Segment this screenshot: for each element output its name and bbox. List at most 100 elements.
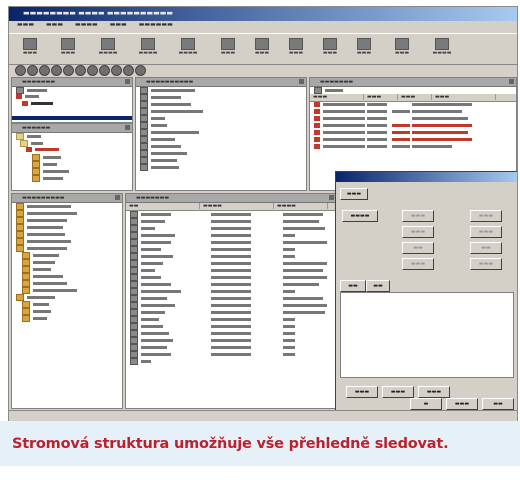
table-row[interactable]: [126, 316, 336, 323]
table-row[interactable]: [126, 253, 336, 260]
table-row[interactable]: [126, 218, 336, 225]
nav-icon[interactable]: [27, 65, 38, 76]
tree-item[interactable]: [12, 266, 122, 273]
cancel-button[interactable]: ▬▬▬: [446, 398, 478, 410]
toolbar-button[interactable]: ▬▬▬: [51, 36, 85, 62]
tree-item[interactable]: [12, 238, 122, 245]
list-item[interactable]: [136, 122, 306, 129]
dialog-tab[interactable]: ▬▬▬: [340, 188, 368, 200]
ok-button[interactable]: ▬: [410, 398, 442, 410]
tree-item[interactable]: [12, 87, 132, 94]
dialog-button[interactable]: ▬▬▬: [346, 386, 378, 398]
table-row[interactable]: [126, 351, 336, 358]
tree-item[interactable]: [12, 161, 132, 168]
log-row[interactable]: [310, 144, 516, 151]
menu-bar[interactable]: ▬▬▬ ▬▬▬ ▬▬▬▬ ▬▬▬ ▬▬▬▬▬▬: [9, 21, 517, 32]
tree-item[interactable]: [12, 315, 122, 322]
tree-item[interactable]: [12, 231, 122, 238]
list-item[interactable]: [136, 136, 306, 143]
dialog-button[interactable]: ▬▬▬: [402, 210, 434, 222]
list-item[interactable]: [136, 157, 306, 164]
nav-icon[interactable]: [135, 65, 146, 76]
dialog-button[interactable]: ▬▬▬: [402, 258, 434, 270]
tree-item[interactable]: [12, 287, 122, 294]
list-item[interactable]: [136, 143, 306, 150]
nav-icon[interactable]: [99, 65, 110, 76]
tree-item[interactable]: [12, 252, 122, 259]
tree-item[interactable]: [12, 168, 132, 175]
table-row[interactable]: [126, 288, 336, 295]
nav-icon[interactable]: [63, 65, 74, 76]
dialog-button[interactable]: ▬▬▬: [470, 258, 502, 270]
tree-item[interactable]: [12, 245, 122, 252]
tree-item[interactable]: [12, 140, 132, 147]
nav-icon[interactable]: [15, 65, 26, 76]
tree-item[interactable]: [12, 154, 132, 161]
dialog-button[interactable]: ▬▬▬: [382, 386, 414, 398]
toolbar-button[interactable]: ▬▬▬▬: [171, 36, 205, 62]
tree-item[interactable]: [12, 217, 122, 224]
table-row[interactable]: [126, 281, 336, 288]
table-row[interactable]: [126, 274, 336, 281]
tree-item[interactable]: [12, 210, 122, 217]
tree-item[interactable]: [12, 308, 122, 315]
dialog-button[interactable]: ▬▬: [402, 242, 434, 254]
table-row[interactable]: [126, 232, 336, 239]
list-item[interactable]: [136, 115, 306, 122]
toolbar-button[interactable]: ▬▬▬▬: [425, 36, 459, 62]
table-row[interactable]: [126, 358, 336, 365]
log-row[interactable]: [310, 130, 516, 137]
tree-item[interactable]: [12, 224, 122, 231]
selected-row[interactable]: [12, 116, 132, 120]
toolbar-button[interactable]: ▬▬▬: [385, 36, 419, 62]
table-row[interactable]: [126, 302, 336, 309]
toolbar-button[interactable]: ▬▬▬: [313, 36, 347, 62]
log-row[interactable]: [310, 116, 516, 123]
toolbar-button[interactable]: ▬▬▬▬: [91, 36, 125, 62]
table-row[interactable]: [126, 260, 336, 267]
table-row[interactable]: [126, 246, 336, 253]
tree-item[interactable]: [12, 147, 132, 154]
dialog-list-box[interactable]: [340, 292, 514, 378]
dialog-button[interactable]: ▬▬▬: [402, 226, 434, 238]
toolbar-button[interactable]: ▬▬▬: [13, 36, 47, 62]
nav-icon[interactable]: [51, 65, 62, 76]
tree-item[interactable]: [12, 294, 122, 301]
log-row[interactable]: [310, 123, 516, 130]
tree-item[interactable]: [12, 203, 122, 210]
list-item[interactable]: [136, 164, 306, 171]
dialog-button[interactable]: ▬▬▬: [418, 386, 450, 398]
help-button[interactable]: ▬▬: [482, 398, 514, 410]
toolbar-button[interactable]: ▬▬▬: [347, 36, 381, 62]
tree-item[interactable]: [12, 175, 132, 182]
dialog-tab[interactable]: ▬▬: [366, 280, 390, 292]
table-row[interactable]: [126, 323, 336, 330]
log-column-headers[interactable]: ▬▬▬ ▬▬▬ ▬▬▬ ▬▬▬: [310, 94, 516, 102]
tree-item[interactable]: [12, 280, 122, 287]
list-item[interactable]: [136, 150, 306, 157]
table-row[interactable]: [126, 330, 336, 337]
table-row[interactable]: [126, 225, 336, 232]
dialog-button[interactable]: ▬▬▬: [470, 210, 502, 222]
table-row[interactable]: [126, 295, 336, 302]
dialog-button[interactable]: ▬▬▬: [470, 226, 502, 238]
dialog-button[interactable]: ▬▬: [470, 242, 502, 254]
list-item[interactable]: [136, 129, 306, 136]
toolbar-button[interactable]: ▬▬▬: [211, 36, 245, 62]
log-row[interactable]: [310, 137, 516, 144]
list-item[interactable]: [136, 101, 306, 108]
log-row[interactable]: [310, 102, 516, 109]
toolbar-button[interactable]: ▬▬▬: [279, 36, 313, 62]
table-row[interactable]: [126, 267, 336, 274]
nav-icon[interactable]: [87, 65, 98, 76]
table-row[interactable]: [126, 337, 336, 344]
filter-row[interactable]: [310, 87, 516, 94]
nav-icon[interactable]: [123, 65, 134, 76]
table-row[interactable]: [126, 344, 336, 351]
dialog-action-button[interactable]: ▬▬▬▬: [342, 210, 378, 222]
nav-icon[interactable]: [39, 65, 50, 76]
list-item[interactable]: [136, 94, 306, 101]
table-row[interactable]: [126, 309, 336, 316]
tree-item[interactable]: [12, 273, 122, 280]
list-item[interactable]: [136, 87, 306, 94]
